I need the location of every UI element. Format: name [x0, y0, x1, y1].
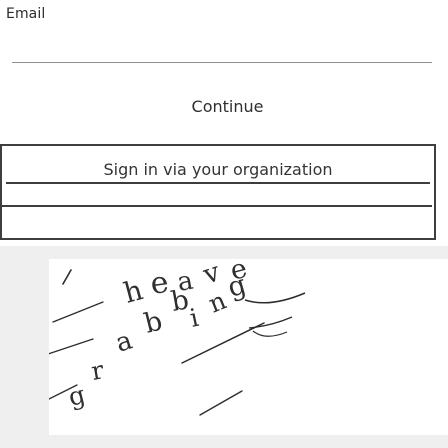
- email-label: Email: [6, 6, 46, 22]
- email-field[interactable]: [0, 28, 448, 50]
- organization-divider: [0, 205, 432, 207]
- continue-button[interactable]: Continue: [106, 86, 349, 126]
- email-underline: [12, 62, 432, 63]
- sign-in-via-organization-button[interactable]: Sign in via your organization: [6, 156, 430, 184]
- captcha-image: h e a v e g r a b b i n g: [49, 259, 448, 435]
